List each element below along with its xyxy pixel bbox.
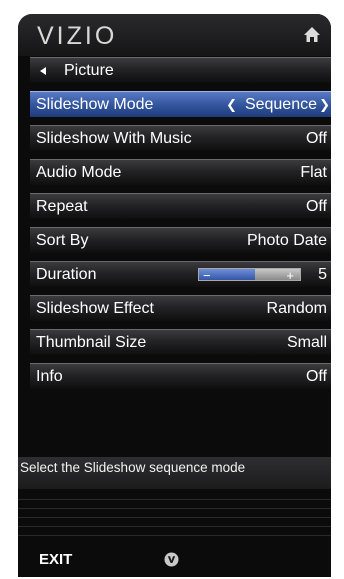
exit-button[interactable]: EXIT bbox=[39, 551, 72, 568]
menu-item-label: Repeat bbox=[36, 198, 88, 215]
menu-item-label: Thumbnail Size bbox=[36, 334, 147, 351]
menu-item-repeat[interactable]: Repeat Off bbox=[30, 193, 331, 219]
vizio-logo: VIZIO bbox=[37, 22, 118, 50]
menu-item-value: Off bbox=[305, 198, 327, 215]
minus-icon[interactable]: − bbox=[203, 263, 211, 288]
menu-item-label: Slideshow With Music bbox=[36, 130, 192, 147]
back-arrow-icon bbox=[40, 67, 46, 75]
home-icon[interactable] bbox=[303, 26, 321, 44]
help-area-divider bbox=[18, 491, 331, 543]
breadcrumb-picture[interactable]: Picture bbox=[30, 57, 331, 83]
duration-slider[interactable]: − + bbox=[198, 268, 301, 283]
menu-item-slideshow-with-music[interactable]: Slideshow With Music Off bbox=[30, 125, 331, 151]
menu-item-label: Audio Mode bbox=[36, 164, 122, 181]
menu-item-value: Off bbox=[305, 368, 327, 385]
chevron-right-icon[interactable]: ❯ bbox=[319, 92, 330, 117]
breadcrumb-label: Picture bbox=[64, 62, 114, 79]
menu-list: Picture Slideshow Mode ❮ Sequence ❯ Slid… bbox=[30, 57, 331, 397]
menu-item-value: Random bbox=[266, 300, 327, 317]
footer-bar: EXIT bbox=[18, 544, 331, 577]
v-button-icon[interactable] bbox=[164, 552, 179, 567]
settings-panel: VIZIO Picture Slideshow Mode ❮ Sequence … bbox=[18, 14, 331, 577]
menu-item-label: Slideshow Mode bbox=[36, 96, 154, 113]
menu-item-label: Slideshow Effect bbox=[36, 300, 154, 317]
menu-item-label: Sort By bbox=[36, 232, 89, 249]
help-text: Select the Slideshow sequence mode bbox=[18, 457, 331, 489]
header-bar: VIZIO bbox=[18, 14, 331, 56]
menu-item-info[interactable]: Info Off bbox=[30, 363, 331, 389]
menu-item-value: Flat bbox=[300, 164, 327, 181]
menu-item-value: 5 bbox=[318, 266, 327, 283]
menu-item-audio-mode[interactable]: Audio Mode Flat bbox=[30, 159, 331, 185]
menu-item-label: Info bbox=[36, 368, 63, 385]
menu-item-value: Photo Date bbox=[246, 232, 327, 249]
menu-item-value: Off bbox=[305, 130, 327, 147]
menu-item-slideshow-mode[interactable]: Slideshow Mode ❮ Sequence ❯ bbox=[30, 91, 331, 117]
menu-item-sort-by[interactable]: Sort By Photo Date bbox=[30, 227, 331, 253]
menu-item-thumbnail-size[interactable]: Thumbnail Size Small bbox=[30, 329, 331, 355]
chevron-left-icon[interactable]: ❮ bbox=[226, 92, 237, 117]
menu-item-slideshow-effect[interactable]: Slideshow Effect Random bbox=[30, 295, 331, 321]
menu-item-value: Sequence bbox=[244, 96, 317, 113]
plus-icon[interactable]: + bbox=[286, 263, 294, 288]
menu-item-duration[interactable]: Duration − + 5 bbox=[30, 261, 331, 287]
menu-item-label: Duration bbox=[36, 266, 97, 283]
menu-item-value: Small bbox=[286, 334, 327, 351]
